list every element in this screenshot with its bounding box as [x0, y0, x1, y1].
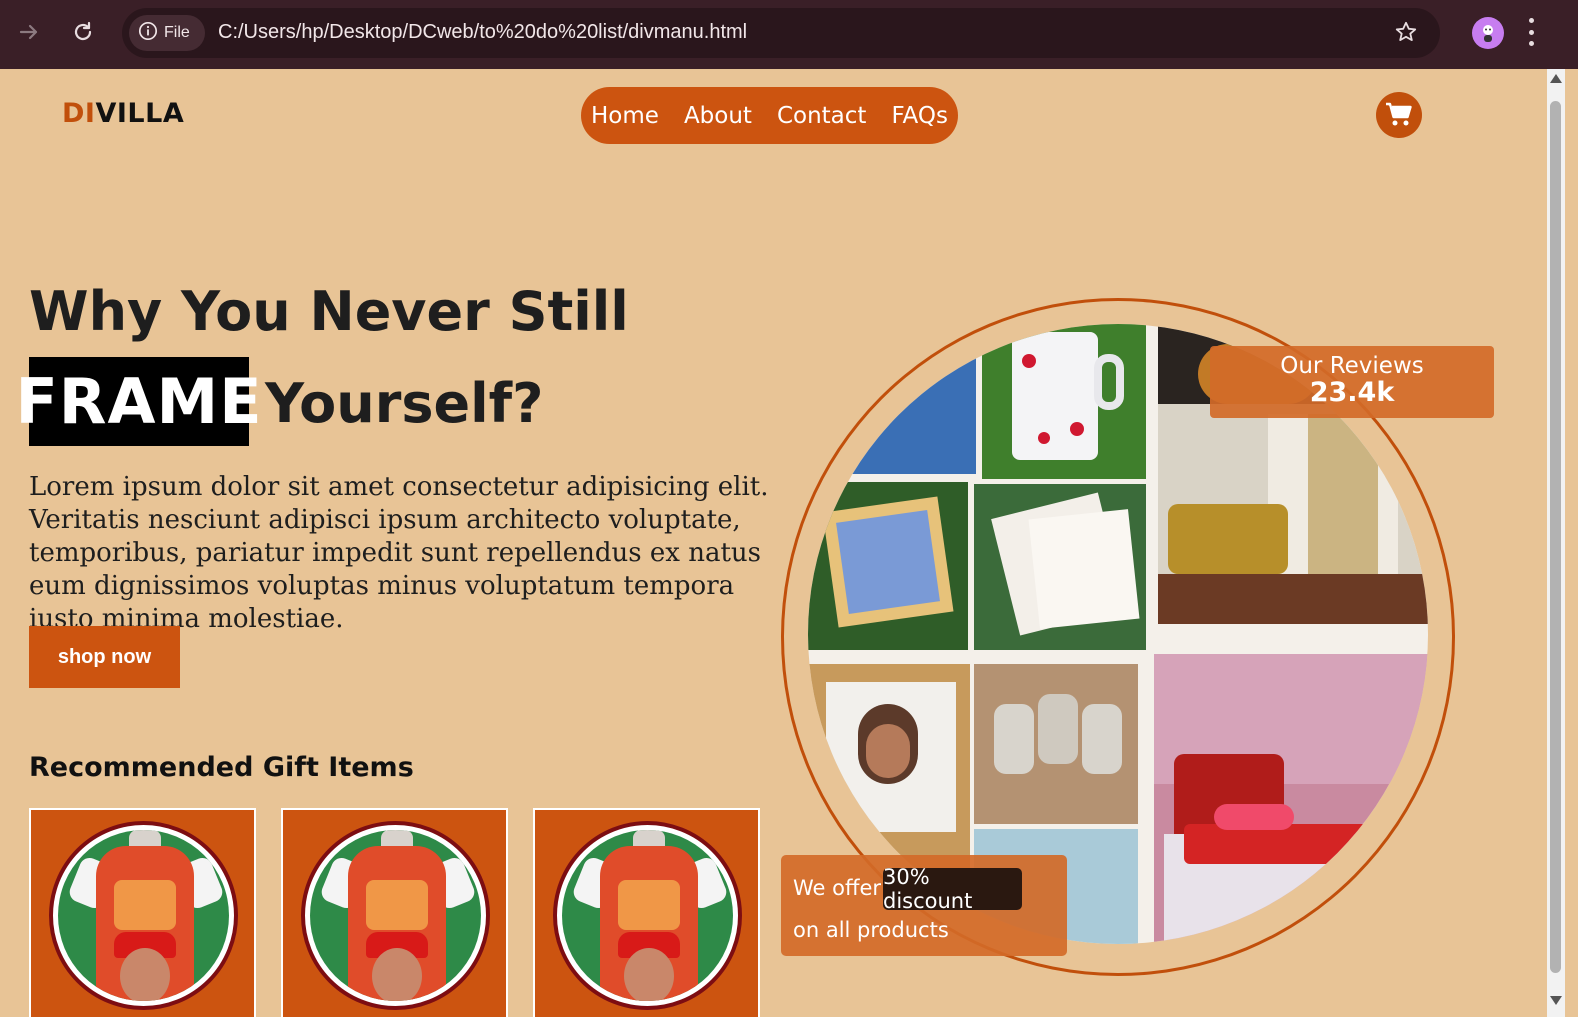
browser-toolbar: File C:/Users/hp/Desktop/DCweb/to%20do%2…	[0, 0, 1578, 69]
logo-part-villa: VILLA	[95, 98, 185, 129]
hero-description: Lorem ipsum dolor sit amet consectetur a…	[29, 472, 769, 634]
collage-tile-portrait	[808, 324, 976, 474]
main-nav: Home About Contact FAQs	[581, 87, 958, 144]
nav-home[interactable]: Home	[591, 103, 659, 129]
discount-highlight: 30% discount	[883, 865, 1022, 913]
site-logo[interactable]: DIVILLA	[62, 98, 184, 129]
gift-item-image	[301, 821, 490, 1010]
reviews-label: Our Reviews	[1280, 353, 1424, 379]
scroll-thumb[interactable]	[1550, 101, 1561, 973]
address-bar[interactable]: File C:/Users/hp/Desktop/DCweb/to%20do%2…	[122, 8, 1440, 58]
gift-item-image	[49, 821, 238, 1010]
collage-tile-framed-photo	[808, 482, 968, 650]
discount-suffix: on all products	[793, 918, 949, 942]
cart-button[interactable]	[1376, 92, 1422, 138]
collage-tile-cards	[974, 484, 1146, 650]
gift-item-card[interactable]	[533, 808, 760, 1017]
more-icon[interactable]	[1528, 18, 1534, 46]
nav-contact[interactable]: Contact	[777, 103, 866, 129]
hero-title-line2: Yourself?	[265, 372, 544, 435]
recommended-title: Recommended Gift Items	[29, 752, 414, 783]
scroll-up-arrow-icon[interactable]	[1550, 74, 1562, 83]
collage-tile-marry-me-room	[1154, 654, 1428, 944]
discount-prefix: We offer	[793, 876, 881, 900]
star-icon[interactable]	[1394, 20, 1418, 48]
reviews-badge: Our Reviews 23.4k	[1210, 346, 1494, 418]
site-info-chip[interactable]: File	[129, 15, 205, 51]
reviews-count: 23.4k	[1309, 377, 1395, 408]
url-text[interactable]: C:/Users/hp/Desktop/DCweb/to%20do%20list…	[218, 21, 747, 44]
forward-icon[interactable]	[14, 17, 44, 47]
hero-highlight: FRAME	[15, 357, 262, 446]
collage-tile-mug	[982, 324, 1146, 479]
collage-tile-keychains	[974, 664, 1138, 824]
nav-about[interactable]: About	[684, 103, 752, 129]
hero-title-line1: Why You Never Still	[29, 280, 629, 343]
file-chip-label: File	[164, 24, 190, 41]
nav-faqs[interactable]: FAQs	[891, 103, 948, 129]
logo-part-di: DI	[62, 98, 96, 129]
info-icon	[138, 21, 158, 46]
gift-item-card[interactable]	[29, 808, 256, 1017]
page-scrollbar[interactable]	[1547, 69, 1565, 1017]
gift-item-image	[553, 821, 742, 1010]
reload-icon[interactable]	[68, 17, 98, 47]
cart-icon	[1386, 102, 1412, 126]
scroll-down-arrow-icon[interactable]	[1550, 996, 1562, 1005]
discount-badge: We offer 30% discount on all products	[781, 855, 1067, 956]
gift-item-card[interactable]	[281, 808, 508, 1017]
profile-icon[interactable]	[1472, 17, 1504, 49]
shop-now-button[interactable]: shop now	[29, 626, 180, 688]
